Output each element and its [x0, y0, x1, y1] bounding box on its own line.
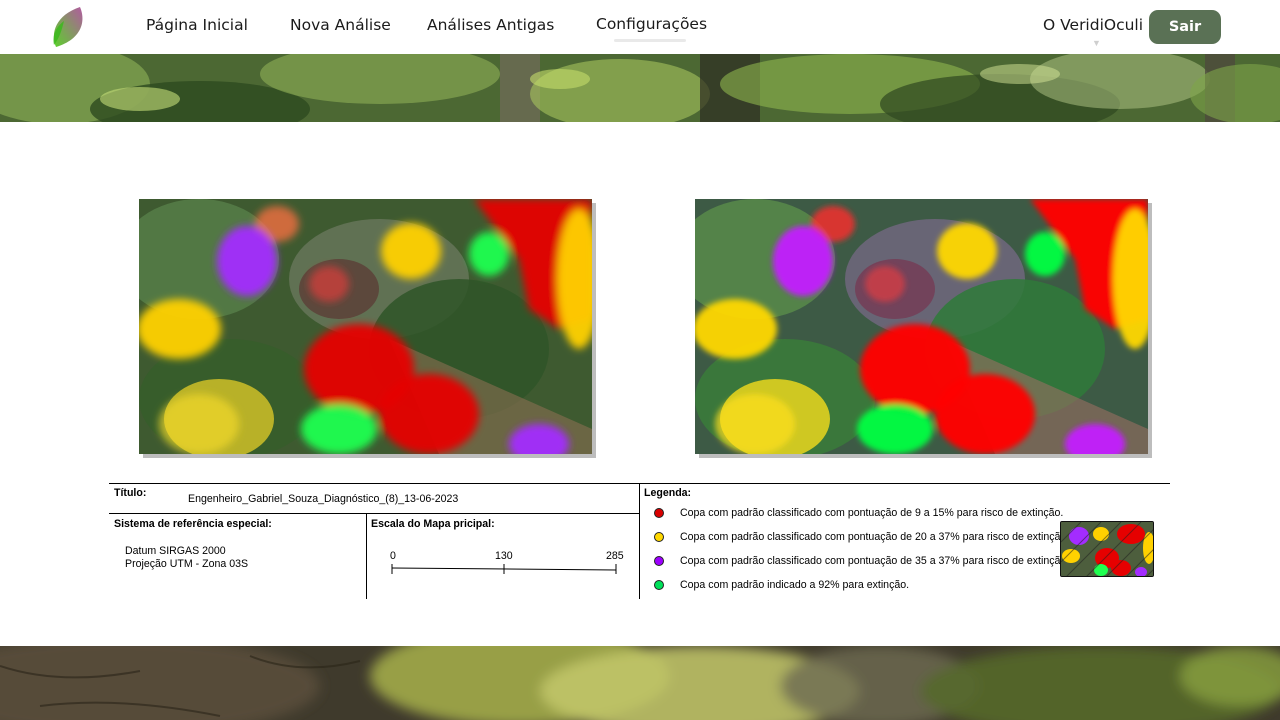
nav-home-link[interactable]: Página Inicial	[146, 16, 248, 34]
crs-datum: Datum SIRGAS 2000	[125, 545, 226, 557]
forest-floor-image	[0, 646, 1280, 720]
analysis-image-original	[139, 199, 592, 454]
map-report-table: Título: Engenheiro_Gabriel_Souza_Diagnós…	[109, 483, 1170, 599]
legend-item-green: Copa com padrão indicado a 92% para exti…	[680, 579, 910, 591]
scale-bar	[391, 564, 617, 574]
dropdown-caret-icon: ▼	[1092, 38, 1101, 48]
analysis-image-classified	[695, 199, 1148, 454]
top-navbar: Página Inicial Nova Análise Análises Ant…	[0, 0, 1280, 54]
legend-dot-purple	[654, 556, 664, 566]
legend-item-red: Copa com padrão classificado com pontuaç…	[680, 507, 1064, 519]
forest-canopy-image	[0, 54, 1280, 122]
table-divider-row	[109, 513, 639, 514]
leaf-logo-icon[interactable]	[50, 5, 88, 49]
report-title-value: Engenheiro_Gabriel_Souza_Diagnóstico_(8)…	[188, 493, 459, 505]
table-divider-legend	[639, 483, 640, 599]
legend-item-purple: Copa com padrão classificado com pontuaç…	[680, 555, 1070, 567]
map-thumbnail	[1060, 521, 1154, 577]
scale-label: Escala do Mapa pricipal:	[371, 518, 495, 530]
nav-active-underline	[614, 39, 686, 42]
logout-button[interactable]: Sair	[1149, 10, 1221, 44]
table-divider-scale	[366, 513, 367, 599]
legend-label: Legenda:	[644, 487, 692, 499]
nav-old-analyses-link[interactable]: Análises Antigas	[427, 16, 554, 34]
forest-banner-top	[0, 54, 1280, 122]
legend-dot-red	[654, 508, 664, 518]
report-title-label: Título:	[114, 487, 147, 499]
nav-about-link[interactable]: O VeridiOculi	[1043, 16, 1143, 34]
legend-dot-green	[654, 580, 664, 590]
forest-banner-bottom	[0, 646, 1280, 720]
legend-item-yellow: Copa com padrão classificado com pontuaç…	[680, 531, 1070, 543]
nav-settings-link[interactable]: Configurações	[596, 15, 707, 33]
crs-projection: Projeção UTM - Zona 03S	[125, 558, 249, 570]
nav-new-analysis-link[interactable]: Nova Análise	[290, 16, 391, 34]
crs-label: Sistema de referência especial:	[114, 518, 272, 530]
legend-dot-yellow	[654, 532, 664, 542]
